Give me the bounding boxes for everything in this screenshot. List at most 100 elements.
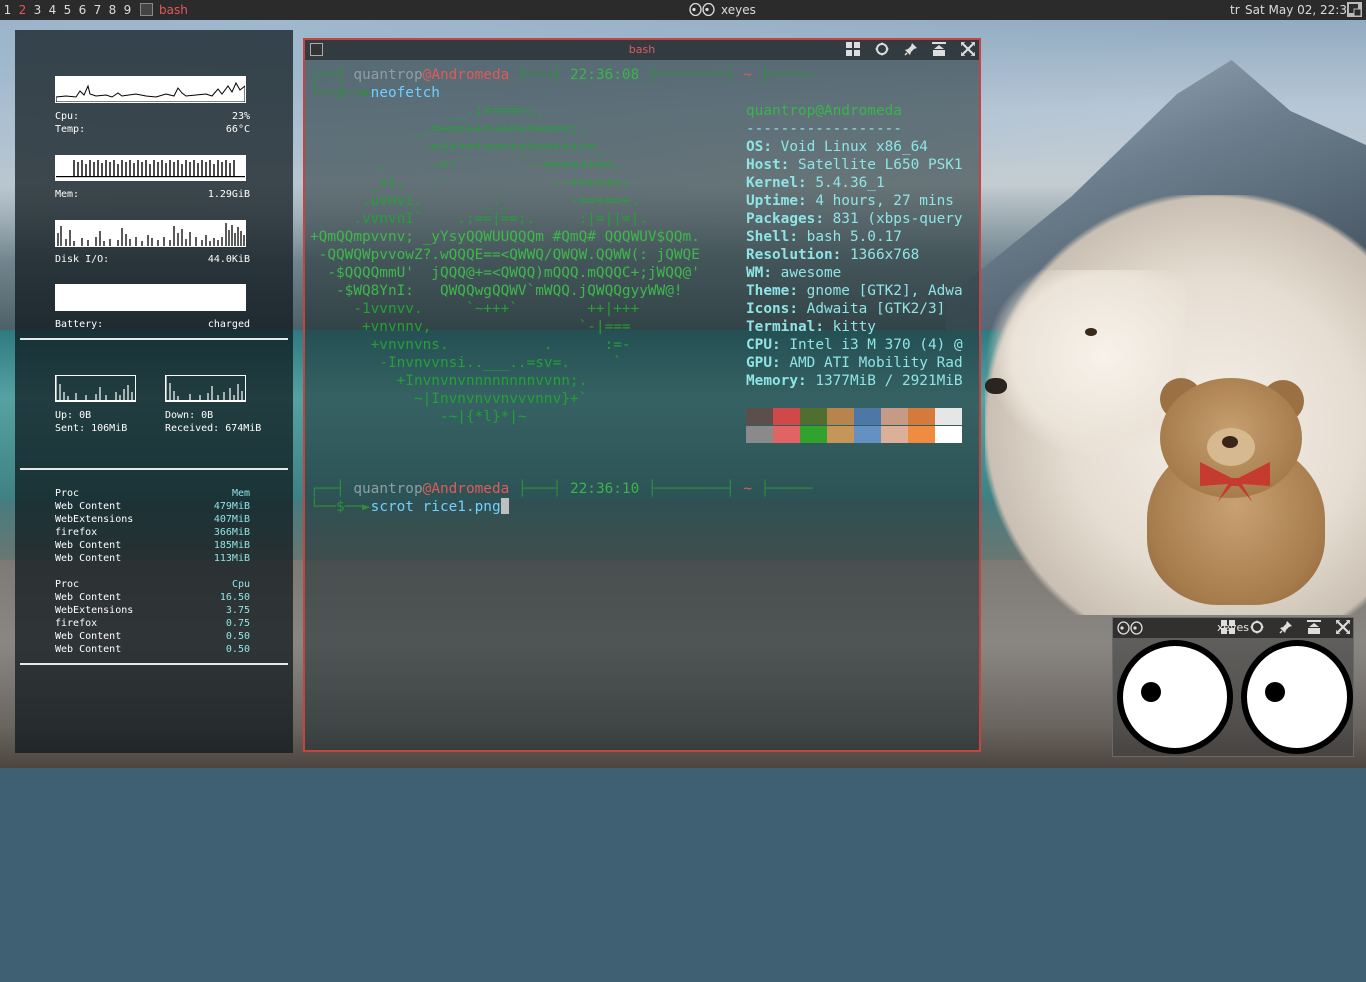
ontop-icon[interactable] xyxy=(1307,620,1322,634)
ascii-art-line: -$WQ8YnI: QWQQwgQQWV`mWQQ.jQWQQgyyWW@! xyxy=(310,283,683,299)
tag-3[interactable]: 3 xyxy=(30,3,45,17)
sticky-pin-icon[interactable] xyxy=(904,42,918,56)
keyboard-layout[interactable]: tr xyxy=(1230,3,1240,17)
tag-9[interactable]: 9 xyxy=(120,3,135,17)
command-line: └──$──►neofetch xyxy=(310,85,440,101)
command-input[interactable]: scrot rice1.png xyxy=(371,499,501,515)
tag-6[interactable]: 6 xyxy=(75,3,90,17)
temp-value: 66°C xyxy=(225,124,250,135)
conky-system-monitor: Cpu: 23% Temp: 66°C Mem: 1.29GiB Disk I/… xyxy=(15,30,293,753)
battery-bar xyxy=(55,284,246,311)
palette-swatch xyxy=(773,408,800,425)
ascii-art-line: .uvnvi. _._ -==+==+. xyxy=(310,193,640,209)
close-icon[interactable] xyxy=(961,42,975,56)
tag-5[interactable]: 5 xyxy=(60,3,75,17)
info-os: OS: Void Linux x86_64 xyxy=(746,139,928,155)
net-received-label: Received: 674MiB xyxy=(165,423,262,434)
palette-swatch xyxy=(935,426,962,443)
net-sent-label: Sent: 106MiB xyxy=(55,423,128,434)
left-pupil xyxy=(1141,682,1161,702)
ascii-art-line: -~|{*l}*|~ xyxy=(310,409,527,425)
palette-swatch xyxy=(908,408,935,425)
clock[interactable]: Sat May 02, 22:37 xyxy=(1245,3,1355,17)
palette-swatch xyxy=(800,408,827,425)
info-terminal: Terminal: kitty xyxy=(746,319,876,335)
ascii-art-line: -Invnvvnsi..___..=sv=. ` xyxy=(310,355,622,371)
cpu-label: Cpu: xyxy=(55,111,80,122)
mem-label: Mem: xyxy=(55,189,80,200)
tag-7[interactable]: 7 xyxy=(90,3,105,17)
xeyes-icon xyxy=(689,3,715,16)
mem-value: 1.29GiB xyxy=(207,189,250,200)
info-kernel: Kernel: 5.4.36_1 xyxy=(746,175,885,191)
palette-swatch xyxy=(881,408,908,425)
ascii-art-line: +Invnvnvnnnnnnnnvvnn;. xyxy=(310,373,588,389)
right-pupil xyxy=(1265,682,1285,702)
palette-swatch xyxy=(881,426,908,443)
ascii-art-line: ~|Invnvnvvnvvvnnv}+` xyxy=(310,391,588,407)
mem-graph xyxy=(55,155,246,181)
palette-swatch xyxy=(746,426,773,443)
ascii-art-line: +QmQQmpvvnv; _yYsyQQWUUQQQm #QmQ# QQQWUV… xyxy=(310,229,700,245)
palette-swatch xyxy=(854,426,881,443)
layout-floating-icon[interactable] xyxy=(1346,1,1363,18)
temp-label: Temp: xyxy=(55,124,86,135)
ascii-art-line: -$QQQQmmU' jQQQ@+=<QWQQ)mQQQ.mQQQC+;jWQQ… xyxy=(310,265,700,281)
disk-io-label: Disk I/O: xyxy=(55,254,110,265)
cpu-table-proc-header: Proc xyxy=(55,579,80,590)
ascii-art-line: __.;=====;. xyxy=(310,103,544,119)
info-resolution: Resolution: 1366x768 xyxy=(746,247,920,263)
close-icon[interactable] xyxy=(1336,620,1350,634)
disk-io-value: 44.0KiB xyxy=(207,254,250,265)
ascii-art-line: +vnvnvns. . :=- xyxy=(310,337,631,353)
left-eye xyxy=(1117,640,1233,754)
xeyes-window[interactable]: xeyes xyxy=(1112,617,1354,757)
info-memory: Memory: 1377MiB / 2921MiB xyxy=(746,373,963,389)
ascii-art-line: _.=+==++=++=+=+===;. xyxy=(310,121,588,137)
move-icon[interactable] xyxy=(1250,620,1265,634)
text-cursor xyxy=(500,498,509,514)
divider xyxy=(20,468,288,470)
ascii-art-line: -=+++=+===+=+=+++++=_ xyxy=(310,139,605,155)
neofetch-rule: ------------------ xyxy=(746,121,902,137)
ontop-icon[interactable] xyxy=(932,42,947,56)
info-gpu: GPU: AMD ATI Mobility Rad xyxy=(746,355,963,371)
info-uptime: Uptime: 4 hours, 27 mins xyxy=(746,193,954,209)
palette-swatch xyxy=(746,408,773,425)
terminal-window[interactable]: bash ┌──┤ quantrop@Andromeda ├───┤ 22:36… xyxy=(303,38,981,752)
tag-8[interactable]: 8 xyxy=(105,3,120,17)
floating-toggle-icon[interactable] xyxy=(1221,620,1236,634)
info-packages: Packages: 831 (xbps-query xyxy=(746,211,963,227)
neofetch-title: quantrop@Andromeda xyxy=(746,103,902,119)
prompt-line: ┌──┤ quantrop@Andromeda ├───┤ 22:36:08 ├… xyxy=(310,67,813,83)
net-up-label: Up: 0B xyxy=(55,410,92,421)
top-panel: 1 2 3 4 5 6 7 8 9 bash xeyes tr Sat May … xyxy=(0,0,1366,20)
sticky-pin-icon[interactable] xyxy=(1279,620,1293,634)
ascii-art-line: +vnvnnv, `-|=== xyxy=(310,319,631,335)
ascii-art-line: -QQWQWpvvowZ?.wQQQE==<QWWQ/QWQW.QQWW(: j… xyxy=(310,247,700,263)
ascii-art-line: . -=:`` `--==+=++==. xyxy=(310,157,622,173)
battery-label: Battery: xyxy=(55,319,104,330)
prompt-line: ┌──┤ quantrop@Andromeda ├───┤ 22:36:10 ├… xyxy=(310,481,813,497)
palette-swatch xyxy=(854,408,881,425)
floating-toggle-icon[interactable] xyxy=(846,42,861,56)
info-cpu: CPU: Intel i3 M 370 (4) @ xyxy=(746,337,963,353)
divider xyxy=(20,338,288,340)
palette-swatch xyxy=(908,426,935,443)
xeyes-titlebar[interactable]: xeyes xyxy=(1113,618,1353,638)
tag-2[interactable]: 2 xyxy=(15,3,30,17)
tag-4[interactable]: 4 xyxy=(45,3,60,17)
ascii-art-line: .vvnvnI` .;==|==;. :|=||=|. xyxy=(310,211,648,227)
cpu-value: 23% xyxy=(231,111,250,122)
info-wm: WM: awesome xyxy=(746,265,842,281)
net-up-graph xyxy=(55,375,136,402)
focused-window-title: xeyes xyxy=(689,3,756,17)
terminal-content[interactable]: ┌──┤ quantrop@Andromeda ├───┤ 22:36:08 ├… xyxy=(310,64,976,744)
terminal-titlebar[interactable]: bash xyxy=(305,40,979,60)
tasklist-item-bash[interactable]: bash xyxy=(159,3,188,17)
command-line[interactable]: └──$──►scrot rice1.png xyxy=(310,498,509,516)
terminal-icon[interactable] xyxy=(140,3,153,16)
move-icon[interactable] xyxy=(875,42,890,56)
info-shell: Shell: bash 5.0.17 xyxy=(746,229,902,245)
tag-1[interactable]: 1 xyxy=(0,3,15,17)
